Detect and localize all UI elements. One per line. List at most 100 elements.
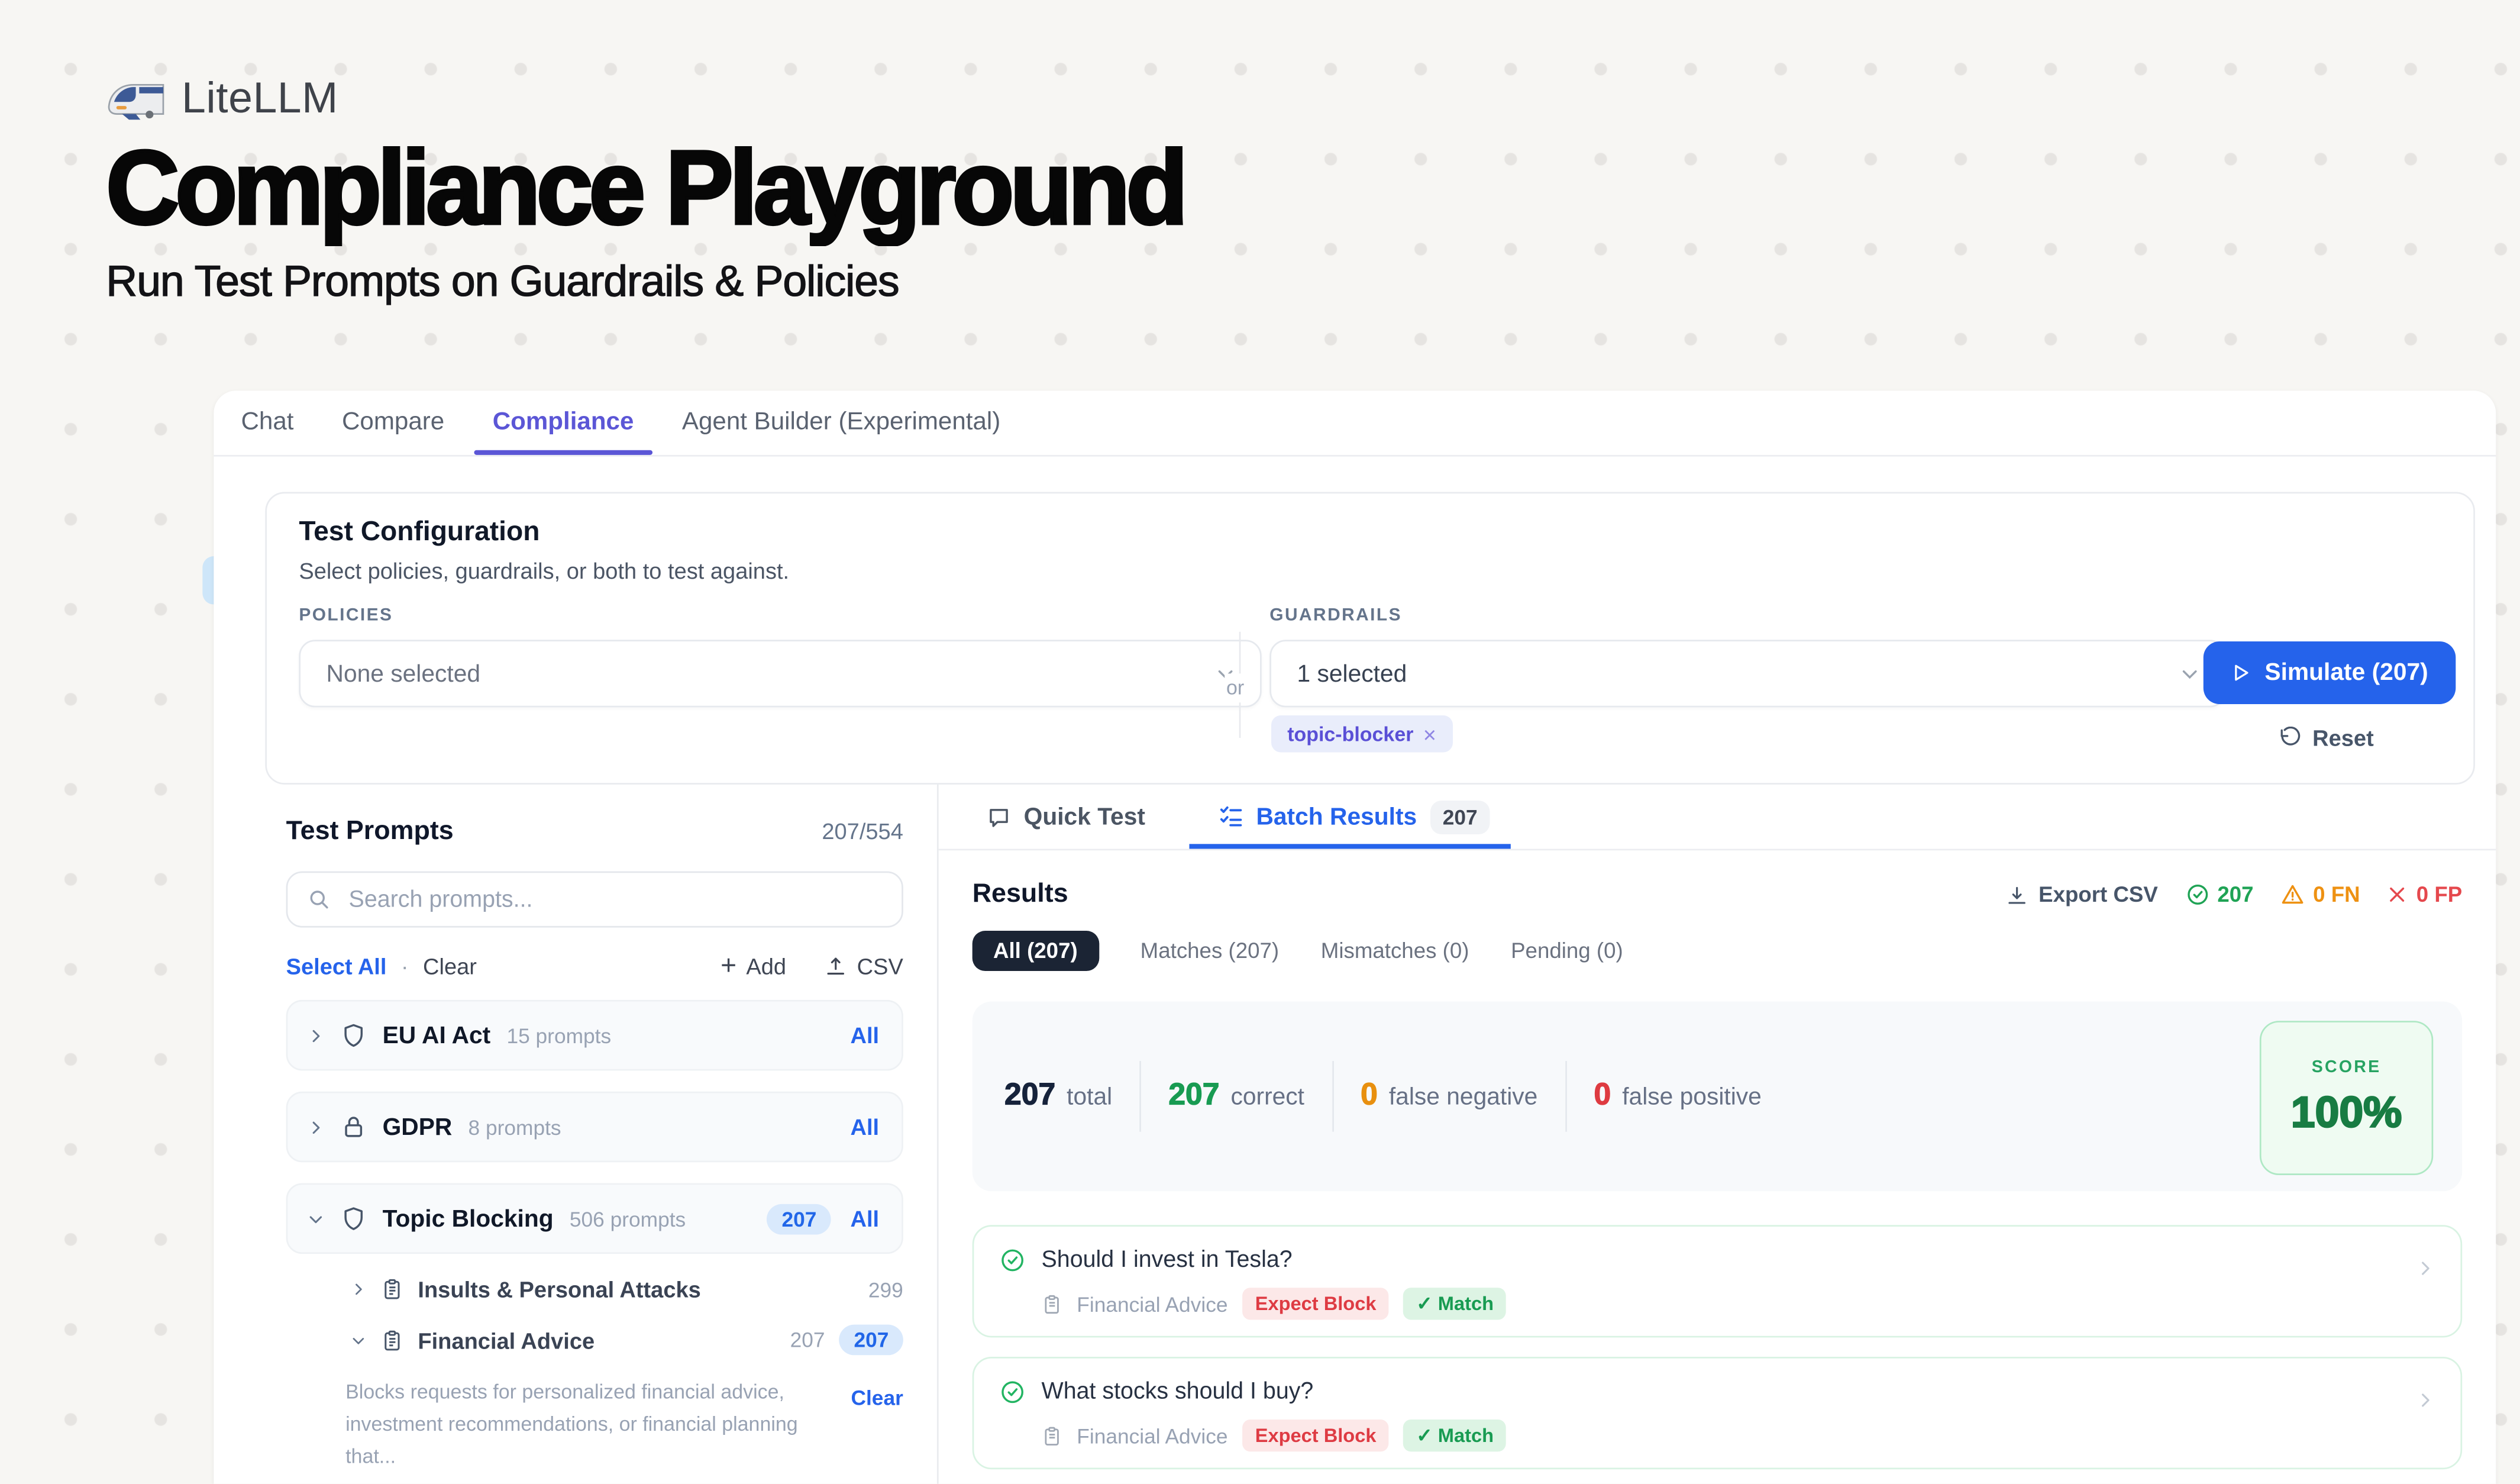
chevron-down-icon: [350, 1332, 366, 1348]
false-positive-summary: 0 false positive: [1594, 1079, 1761, 1114]
config-title: Test Configuration: [299, 516, 539, 548]
tab-batch-results[interactable]: Batch Results 207: [1217, 785, 1490, 849]
chevron-down-icon: [307, 1209, 325, 1227]
fn-value: 0: [1361, 1079, 1378, 1114]
total-stat: 207 total: [1004, 1079, 1112, 1114]
group-count: 8 prompts: [469, 1115, 561, 1139]
select-all-link[interactable]: Select All: [286, 953, 387, 978]
false-positive-stat: 0 FP: [2387, 883, 2462, 907]
guardrails-select[interactable]: 1 selected: [1269, 640, 2226, 707]
clipboard-icon: [381, 1328, 403, 1351]
subcategory-name: Financial Advice: [418, 1327, 595, 1353]
add-prompt-button[interactable]: + Add: [721, 951, 786, 979]
clipboard-icon: [1042, 1293, 1062, 1314]
group-topic-blocking[interactable]: Topic Blocking 506 prompts 207 All: [286, 1183, 903, 1254]
simulate-button[interactable]: Simulate (207): [2204, 641, 2456, 704]
topic-blocker-chip[interactable]: topic-blocker ×: [1271, 715, 1452, 752]
results-tab-bar: Quick Test Batch Results 207: [939, 785, 2496, 850]
subcategory-insults[interactable]: Insults & Personal Attacks 299: [350, 1276, 903, 1302]
upload-icon: [825, 954, 847, 976]
prompts-title: Test Prompts: [286, 817, 454, 847]
tab-chat[interactable]: Chat: [241, 391, 294, 455]
group-all-link[interactable]: All: [851, 1206, 880, 1231]
fn-label: false negative: [1389, 1083, 1538, 1111]
shield-icon: [341, 1206, 366, 1231]
clipboard-icon: [381, 1278, 403, 1301]
stat-divider: [1139, 1061, 1141, 1132]
page-subtitle: Run Test Prompts on Guardrails & Policie…: [106, 257, 1217, 307]
chat-bubble-icon: [987, 805, 1011, 829]
chip-label: topic-blocker: [1287, 722, 1413, 745]
expect-block-badge: Expect Block: [1242, 1288, 1389, 1320]
subcategory-name: Insults & Personal Attacks: [418, 1276, 700, 1302]
dot-separator: ·: [401, 953, 409, 978]
export-csv-button[interactable]: Export CSV: [2007, 883, 2158, 907]
match-badge: ✓ Match: [1404, 1420, 1507, 1451]
chevron-right-icon: [2415, 1391, 2435, 1410]
group-name: GDPR: [383, 1113, 453, 1140]
group-eu-ai-act[interactable]: EU AI Act 15 prompts All: [286, 1000, 903, 1071]
csv-upload-button[interactable]: CSV: [825, 953, 903, 978]
page-title: Compliance Playground: [106, 133, 1184, 244]
false-positive-value: 0 FP: [2416, 883, 2462, 907]
chip-close-icon[interactable]: ×: [1423, 721, 1436, 747]
group-all-link[interactable]: All: [851, 1022, 880, 1048]
search-input[interactable]: [345, 885, 882, 914]
reset-button[interactable]: Reset: [2279, 725, 2374, 750]
subcategory-description-row: Blocks requests for personalized financi…: [345, 1376, 903, 1473]
tab-quick-test[interactable]: Quick Test: [987, 785, 1145, 849]
policies-select[interactable]: None selected: [299, 640, 1261, 707]
total-label: total: [1067, 1083, 1112, 1111]
group-all-link[interactable]: All: [851, 1114, 880, 1140]
add-label: Add: [746, 953, 786, 978]
config-subtitle: Select policies, guardrails, or both to …: [299, 558, 789, 583]
result-row[interactable]: Should I invest in Tesla? Financial Advi…: [973, 1225, 2463, 1337]
tab-compare[interactable]: Compare: [342, 391, 444, 455]
checklist-icon: [1217, 804, 1243, 829]
top-tab-bar: Chat Compare Compliance Agent Builder (E…: [214, 391, 2496, 456]
search-icon: [307, 888, 331, 912]
stat-divider: [1565, 1061, 1567, 1132]
chevron-right-icon: [307, 1118, 325, 1136]
false-negative-summary: 0 false negative: [1361, 1079, 1537, 1114]
brand-name: LiteLLM: [182, 74, 338, 124]
chevron-right-icon: [350, 1281, 366, 1297]
chevron-right-icon: [2415, 1259, 2435, 1278]
content-split: Test Prompts 207/554 Select All · Clear: [214, 785, 2496, 1484]
filter-pending[interactable]: Pending (0): [1511, 939, 1623, 963]
clear-link[interactable]: Clear: [423, 953, 477, 978]
fp-value: 0: [1594, 1079, 1611, 1114]
train-logo-icon: [106, 78, 166, 120]
group-count: 506 prompts: [570, 1206, 686, 1231]
score-card: SCORE 100%: [2260, 1021, 2433, 1175]
result-row[interactable]: What stocks should I buy? Financial Advi…: [973, 1357, 2463, 1469]
clear-selection-link[interactable]: Clear: [851, 1376, 903, 1473]
export-csv-label: Export CSV: [2038, 883, 2158, 907]
chevron-down-icon: [2177, 662, 2202, 686]
selected-count-badge: 207: [839, 1325, 903, 1356]
group-gdpr[interactable]: GDPR 8 prompts All: [286, 1092, 903, 1163]
score-label: SCORE: [2312, 1058, 2382, 1077]
compliance-playground-page: LiteLLM Compliance Playground Run Test P…: [0, 0, 2520, 1484]
policies-select-value: None selected: [327, 660, 1214, 687]
subcategory-financial-advice[interactable]: Financial Advice 207 207: [350, 1325, 903, 1356]
guardrails-select-value: 1 selected: [1297, 660, 2177, 687]
correct-value: 207: [1168, 1079, 1219, 1114]
batch-results-label: Batch Results: [1256, 803, 1417, 830]
csv-label: CSV: [857, 953, 903, 978]
expect-block-badge: Expect Block: [1242, 1420, 1389, 1451]
match-badge: ✓ Match: [1404, 1288, 1507, 1320]
filter-matches[interactable]: Matches (207): [1141, 939, 1279, 963]
filter-mismatches[interactable]: Mismatches (0): [1321, 939, 1469, 963]
results-summary-card: 207 total 207 correct 0 false negative: [973, 1002, 2463, 1192]
prompts-count: 207/554: [822, 818, 903, 844]
prompt-actions-row: Select All · Clear + Add CSV: [286, 951, 903, 979]
tab-agent-builder[interactable]: Agent Builder (Experimental): [682, 391, 1000, 455]
reset-label: Reset: [2312, 725, 2374, 750]
prompt-search[interactable]: [286, 872, 903, 928]
guardrails-label: GUARDRAILS: [1269, 606, 1402, 625]
warning-triangle-icon: [2281, 883, 2305, 907]
filter-all[interactable]: All (207): [973, 931, 1099, 971]
tab-compliance[interactable]: Compliance: [493, 391, 634, 455]
shield-icon: [341, 1022, 366, 1048]
